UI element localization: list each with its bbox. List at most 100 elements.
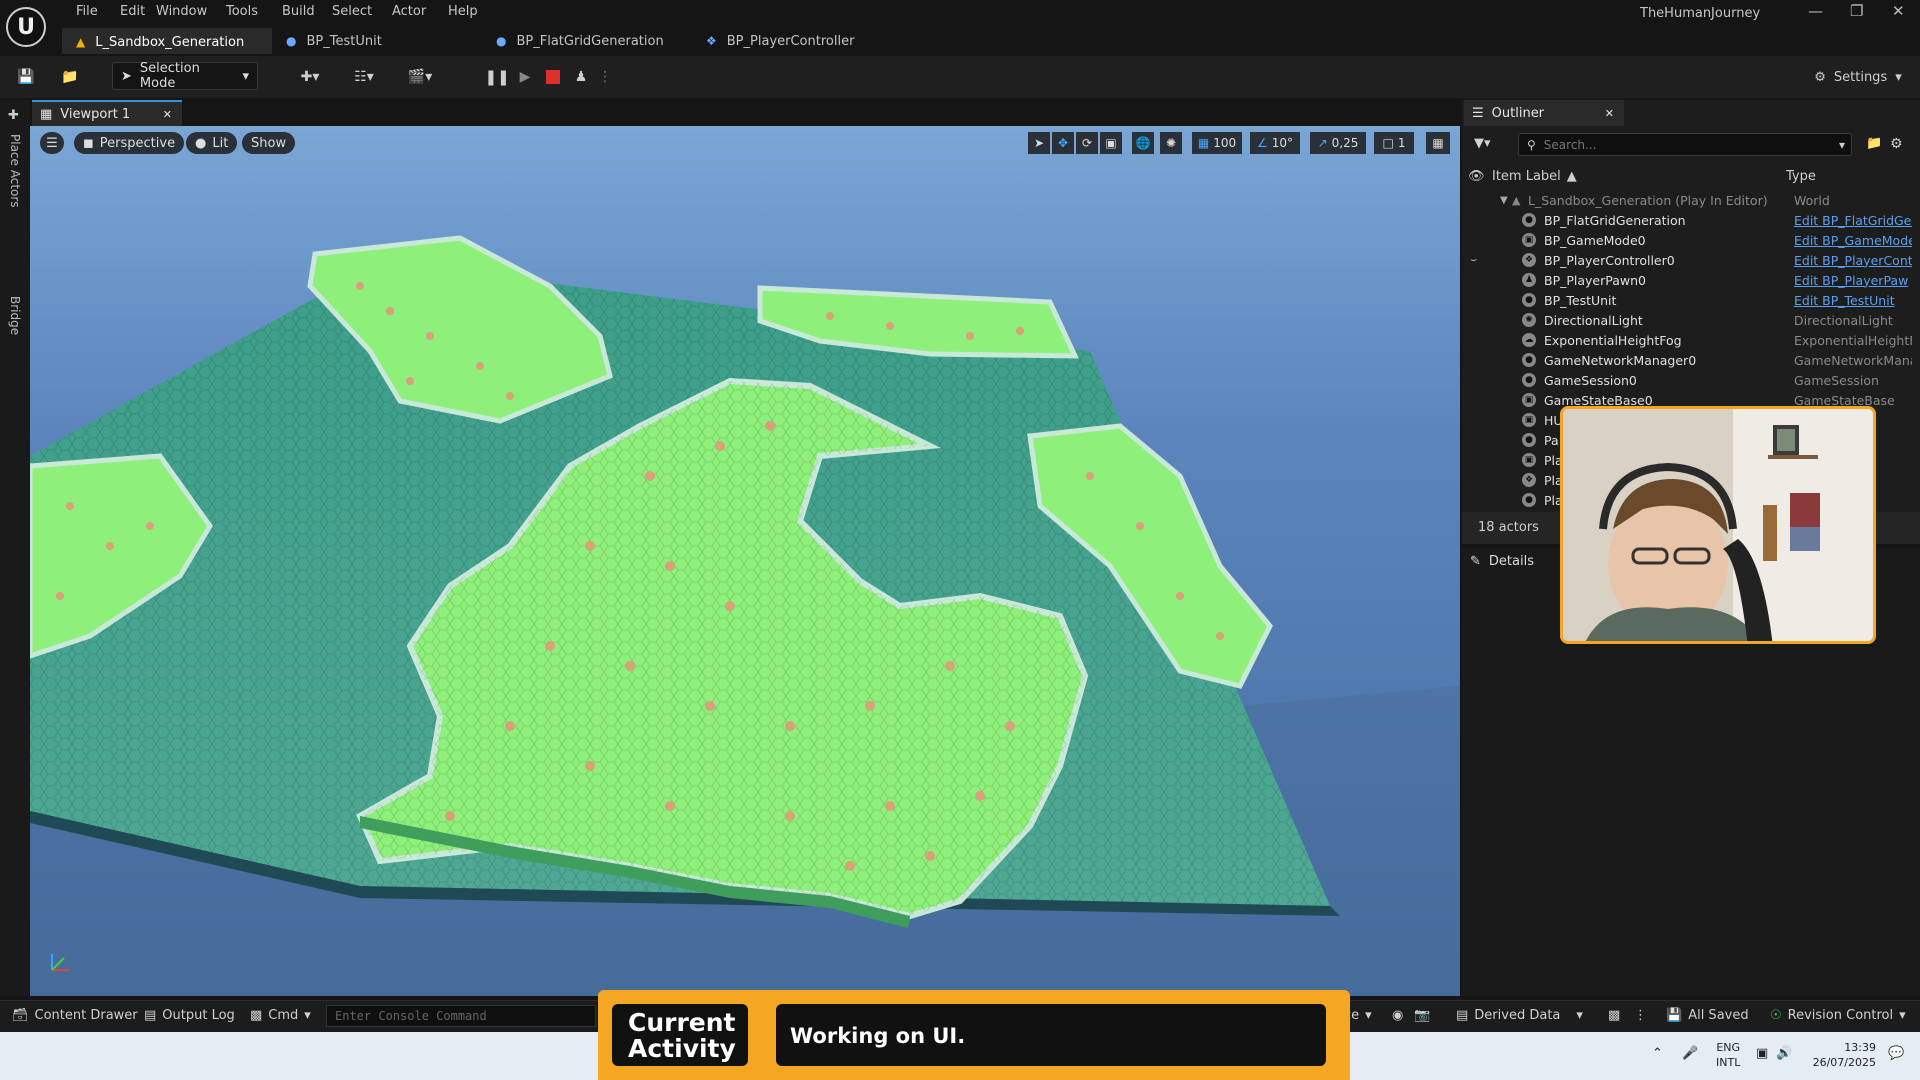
all-saved-button[interactable]: 💾 All Saved [1666, 1008, 1749, 1023]
perspective-button[interactable]: ◼ Perspective [74, 132, 185, 154]
content-drawer-button[interactable]: 🗃 Content Drawer [12, 1008, 138, 1023]
browse-icon[interactable]: 📁 [58, 64, 82, 90]
cmd-dropdown[interactable]: ▩ Cmd ▾ [250, 1008, 311, 1023]
item-label-column-header[interactable]: Item Label ▲ [1492, 166, 1577, 186]
outliner-search-input[interactable]: ⚲ Search... ▾ [1518, 133, 1852, 156]
outliner-row[interactable]: ● BP_FlatGridGeneration Edit BP_FlatGridGe… [1462, 210, 1912, 230]
outliner-row-label: GameSession0 [1544, 372, 1637, 388]
pause-icon[interactable]: ❚❚ [484, 64, 509, 90]
derived-data-button[interactable]: ▤ Derived Data ▾ [1456, 1008, 1583, 1023]
outliner-tab[interactable]: ☰ Outliner ✕ [1464, 100, 1624, 126]
menu-item-actor[interactable]: Actor [392, 4, 426, 19]
tree [445, 811, 455, 821]
tab-bp-flatgridgeneration[interactable]: ● BP_FlatGridGeneration [482, 28, 692, 54]
tab-l-sandbox-generation[interactable]: ▲ L_Sandbox_Generation [62, 28, 272, 54]
lit-button[interactable]: ● Lit [186, 132, 238, 154]
place-actors-tab[interactable]: Place Actors [8, 134, 22, 208]
layout-icon[interactable]: ▦ [1426, 132, 1450, 154]
edit-blueprint-link[interactable]: Edit BP_FlatGridGen [1794, 213, 1912, 228]
edit-blueprint-link[interactable]: Edit BP_PlayerCont [1794, 253, 1912, 268]
notification-icon[interactable]: 💬 [1888, 1046, 1904, 1061]
place-actors-icon[interactable]: ✚ [8, 108, 19, 123]
stop-icon[interactable] [542, 64, 564, 90]
more-options-icon[interactable]: ⋮ [1634, 1008, 1647, 1023]
step-icon[interactable]: ▶ [514, 64, 536, 90]
camera-speed-button[interactable]: □ 1 [1374, 132, 1414, 154]
menu-item-tools[interactable]: Tools [226, 4, 258, 19]
outliner-row[interactable]: ⌣ ❖ BP_PlayerController0 Edit BP_PlayerCont [1462, 250, 1912, 270]
revision-control-button[interactable]: ☉ Revision Control ▾ [1770, 1008, 1906, 1023]
tree [66, 502, 74, 510]
outliner-row[interactable]: ● GameNetworkManager0 GameNetworkMana [1462, 350, 1912, 370]
record-icon[interactable]: ◉ [1392, 1008, 1403, 1023]
more-options-icon[interactable]: ⋮ [598, 64, 612, 90]
gear-icon[interactable]: ⚙ [1890, 136, 1903, 152]
visibility-column-icon[interactable]: 👁 [1468, 166, 1485, 186]
settings-button[interactable]: ⚙ Settings ▾ [1808, 64, 1908, 90]
rotate-tool-icon[interactable]: ⟳ [1076, 132, 1098, 154]
outliner-row[interactable]: ☁ ExponentialHeightFog ExponentialHeightF [1462, 330, 1912, 350]
viewport-3d[interactable] [30, 126, 1460, 996]
rotation-snap-button[interactable]: ∠ 10° [1250, 132, 1300, 154]
microphone-icon[interactable]: 🎤 [1682, 1046, 1698, 1061]
camera-capture-icon[interactable]: 📷 [1414, 1008, 1430, 1023]
filter-icon[interactable]: ▼▾ [1474, 136, 1491, 151]
menu-item-edit[interactable]: Edit [120, 4, 145, 19]
edit-blueprint-link[interactable]: Edit BP_TestUnit [1794, 293, 1912, 308]
select-tool-icon[interactable]: ➤ [1028, 132, 1050, 154]
trace-icon[interactable]: ▩ [1608, 1008, 1620, 1023]
tree [476, 362, 484, 370]
add-folder-icon[interactable]: 📁 [1866, 136, 1882, 151]
unreal-logo-icon[interactable]: U [6, 7, 46, 47]
show-button[interactable]: Show [242, 132, 296, 154]
edit-blueprint-link[interactable]: Edit BP_PlayerPaw [1794, 273, 1912, 288]
edit-blueprint-link[interactable]: Edit BP_GameMode [1794, 233, 1912, 248]
monitor-icon[interactable]: ▣ [1756, 1046, 1768, 1061]
surface-snap-icon[interactable]: ✺ [1160, 132, 1182, 154]
cinematics-icon[interactable]: 🎬▾ [400, 64, 440, 90]
eject-icon[interactable]: ♟ [570, 64, 592, 90]
tab-bp-testunit[interactable]: ● BP_TestUnit [272, 28, 482, 54]
save-icon[interactable]: 💾 [14, 64, 38, 90]
selection-mode-dropdown[interactable]: ➤ Selection Mode ▾ [112, 61, 258, 91]
output-log-button[interactable]: ▤ Output Log [144, 1008, 235, 1023]
menu-item-build[interactable]: Build [282, 4, 315, 19]
outliner-row[interactable]: ✺ DirectionalLight DirectionalLight [1462, 310, 1912, 330]
grid-snap-button[interactable]: ▦ 100 [1192, 132, 1242, 154]
stop-square [546, 70, 560, 84]
outliner-row[interactable]: ▣ BP_GameMode0 Edit BP_GameMode [1462, 230, 1912, 250]
type-column-header[interactable]: Type [1786, 166, 1816, 186]
world-space-icon[interactable]: 🌐 [1132, 132, 1154, 154]
add-actor-icon[interactable]: ✚▾ [290, 64, 330, 90]
menu-item-select[interactable]: Select [332, 4, 372, 19]
eye-closed-icon[interactable]: ⌣ [1470, 253, 1477, 267]
bridge-tab[interactable]: Bridge [8, 296, 22, 335]
close-tab-icon[interactable]: ✕ [163, 108, 172, 121]
outliner-row[interactable]: ♟ BP_PlayerPawn0 Edit BP_PlayerPaw [1462, 270, 1912, 290]
tab-bp-playercontroller[interactable]: ❖ BP_PlayerController [692, 28, 922, 54]
minimize-icon[interactable]: — [1808, 2, 1823, 20]
menu-item-window[interactable]: Window [156, 4, 207, 19]
outliner-row[interactable]: ● GameSession0 GameSession [1462, 370, 1912, 390]
menu-item-file[interactable]: File [76, 4, 98, 19]
translate-tool-icon[interactable]: ✥ [1052, 132, 1074, 154]
tray-chevron-up-icon[interactable]: ⌃ [1652, 1046, 1663, 1061]
blueprints-icon[interactable]: ☷▾ [344, 64, 384, 90]
outliner-row[interactable]: ● BP_TestUnit Edit BP_TestUnit [1462, 290, 1912, 310]
console-command-input[interactable]: Enter Console Command [326, 1005, 596, 1027]
outliner-world-row[interactable]: ▼ ▲ L_Sandbox_Generation (Play In Editor… [1462, 190, 1912, 210]
restore-icon[interactable]: ❐ [1850, 2, 1863, 20]
clock[interactable]: 13:39 26/07/2025 [1804, 1040, 1876, 1070]
viewport-tab-bar [30, 100, 1460, 126]
viewport-tab[interactable]: ▦ Viewport 1 ✕ [32, 100, 182, 126]
scale-snap-button[interactable]: ↗ 0,25 [1310, 132, 1366, 154]
language-indicator[interactable]: ENG INTL [1716, 1040, 1740, 1070]
close-window-icon[interactable]: ✕ [1892, 2, 1905, 20]
close-tab-icon[interactable]: ✕ [1605, 107, 1614, 120]
speaker-icon[interactable]: 🔊 [1776, 1046, 1792, 1061]
clock-time: 13:39 [1844, 1041, 1876, 1054]
scale-tool-icon[interactable]: ▣ [1100, 132, 1122, 154]
details-tab[interactable]: ✎ Details [1470, 554, 1534, 569]
menu-item-help[interactable]: Help [448, 4, 478, 19]
viewport-menu-icon[interactable]: ☰ [40, 132, 64, 154]
